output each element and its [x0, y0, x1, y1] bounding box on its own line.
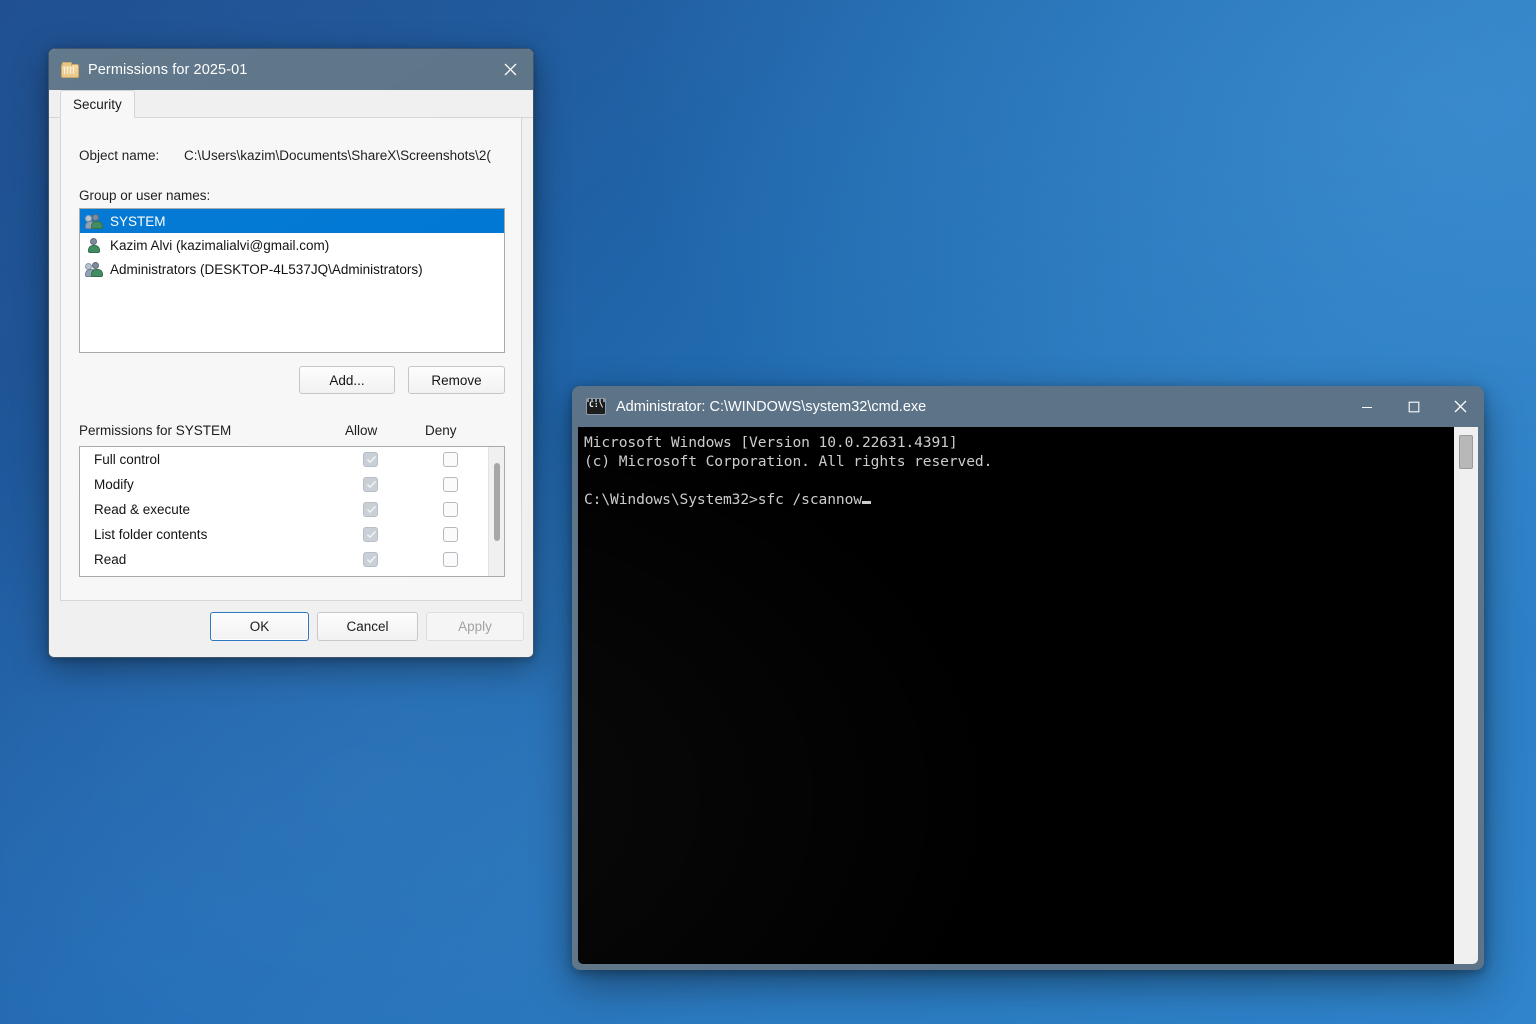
text-cursor — [861, 501, 871, 504]
permissions-scrollbar[interactable] — [488, 447, 504, 576]
allow-checkbox[interactable] — [363, 552, 378, 567]
tab-security[interactable]: Security — [60, 90, 135, 118]
check-icon — [366, 455, 377, 464]
users-group-icon — [85, 261, 103, 278]
deny-checkbox[interactable] — [443, 552, 458, 567]
apply-button: Apply — [426, 612, 524, 641]
user-icon — [85, 237, 103, 254]
cmd-icon — [586, 398, 606, 415]
permissions-for-label: Permissions for SYSTEM — [79, 423, 232, 438]
list-item[interactable]: SYSTEM — [80, 209, 504, 233]
cmd-title: Administrator: C:\WINDOWS\system32\cmd.e… — [616, 398, 927, 415]
console-line: (c) Microsoft Corporation. All rights re… — [584, 453, 993, 470]
cancel-button[interactable]: Cancel — [317, 612, 418, 641]
minimize-button[interactable] — [1343, 386, 1390, 427]
dialog-footer: OK Cancel Apply — [49, 601, 533, 657]
scrollbar-thumb[interactable] — [494, 463, 500, 541]
maximize-button[interactable] — [1390, 386, 1437, 427]
dialog-title: Permissions for 2025-01 — [88, 61, 248, 78]
deny-checkbox[interactable] — [443, 452, 458, 467]
security-tab-page: Object name: C:\Users\kazim\Documents\Sh… — [60, 118, 522, 601]
scrollbar-thumb[interactable] — [1459, 435, 1473, 469]
allow-checkbox[interactable] — [363, 452, 378, 467]
list-item[interactable]: Kazim Alvi (kazimalialvi@gmail.com) — [80, 233, 504, 257]
add-button[interactable]: Add... — [299, 366, 395, 394]
deny-checkbox[interactable] — [443, 527, 458, 542]
cmd-titlebar: Administrator: C:\WINDOWS\system32\cmd.e… — [572, 386, 1484, 427]
tabstrip: Security — [49, 90, 533, 118]
close-icon — [504, 63, 516, 76]
console-client-area[interactable]: Microsoft Windows [Version 10.0.22631.43… — [578, 427, 1478, 964]
check-icon — [366, 555, 377, 564]
deny-checkbox[interactable] — [443, 502, 458, 517]
allow-column-header: Allow — [345, 423, 378, 438]
allow-checkbox[interactable] — [363, 527, 378, 542]
close-button[interactable] — [487, 49, 533, 90]
list-item-label: Administrators (DESKTOP-4L537JQ\Administ… — [110, 261, 423, 277]
permissions-listbox[interactable]: Full control Modify Read & execute List … — [79, 446, 505, 577]
table-row[interactable] — [80, 572, 488, 576]
group-user-listbox[interactable]: SYSTEM Kazim Alvi (kazimalialvi@gmail.co… — [79, 208, 505, 353]
group-or-user-names-label: Group or user names: — [79, 188, 211, 203]
list-item-label: SYSTEM — [110, 213, 166, 229]
object-name-label: Object name: — [79, 148, 160, 163]
maximize-icon — [1408, 401, 1419, 412]
table-row[interactable]: List folder contents — [80, 522, 488, 547]
ok-button[interactable]: OK — [210, 612, 309, 641]
table-row[interactable]: Full control — [80, 447, 488, 472]
object-name-value: C:\Users\kazim\Documents\ShareX\Screensh… — [184, 148, 491, 163]
check-icon — [366, 530, 377, 539]
list-item-label: Kazim Alvi (kazimalialvi@gmail.com) — [110, 237, 330, 253]
folder-icon — [61, 61, 79, 78]
permission-label: List folder contents — [94, 527, 208, 542]
close-icon — [1454, 400, 1467, 413]
table-row[interactable]: Read — [80, 547, 488, 572]
check-icon — [366, 505, 377, 514]
table-row[interactable]: Modify — [80, 472, 488, 497]
dialog-titlebar: Permissions for 2025-01 — [49, 49, 533, 90]
desktop-background: Permissions for 2025-01 Security Object … — [0, 0, 1536, 1024]
cmd-window-controls — [1343, 386, 1484, 427]
close-button[interactable] — [1437, 386, 1484, 427]
deny-column-header: Deny — [425, 423, 457, 438]
console-scrollbar[interactable] — [1454, 427, 1478, 964]
console-line: Microsoft Windows [Version 10.0.22631.43… — [584, 434, 958, 451]
console-output[interactable]: Microsoft Windows [Version 10.0.22631.43… — [578, 427, 1454, 964]
permission-label: Read — [94, 552, 127, 567]
dialog-body: Security Object name: C:\Users\kazim\Doc… — [49, 90, 533, 657]
allow-checkbox[interactable] — [363, 502, 378, 517]
permission-label: Full control — [94, 452, 161, 467]
permissions-dialog: Permissions for 2025-01 Security Object … — [48, 48, 534, 658]
allow-checkbox[interactable] — [363, 477, 378, 492]
permission-label: Read & execute — [94, 502, 191, 517]
permission-label: Modify — [94, 477, 134, 492]
check-icon — [366, 480, 377, 489]
table-row[interactable]: Read & execute — [80, 497, 488, 522]
permission-rows: Full control Modify Read & execute List … — [80, 447, 488, 576]
console-line: C:\Windows\System32>sfc /scannow — [584, 491, 862, 508]
minimize-icon — [1361, 406, 1372, 408]
users-group-icon — [85, 213, 103, 230]
remove-button[interactable]: Remove — [408, 366, 505, 394]
deny-checkbox[interactable] — [443, 477, 458, 492]
command-prompt-window: Administrator: C:\WINDOWS\system32\cmd.e… — [572, 386, 1484, 970]
list-item[interactable]: Administrators (DESKTOP-4L537JQ\Administ… — [80, 257, 504, 281]
